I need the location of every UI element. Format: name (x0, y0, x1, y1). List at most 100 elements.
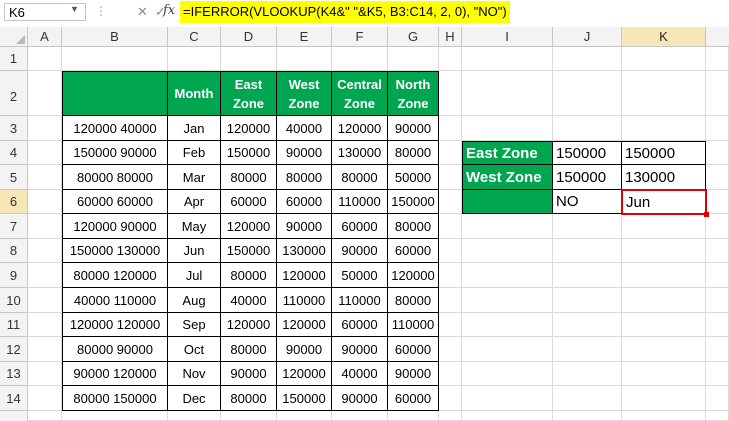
row-header-7[interactable]: 7 (0, 214, 28, 239)
grid-cell[interactable] (439, 239, 462, 263)
lookup-east-j[interactable]: 150000 (553, 141, 622, 165)
grid-cell[interactable] (221, 411, 277, 421)
table-cell-east[interactable]: 120000 (221, 116, 277, 141)
grid-cell[interactable] (553, 386, 622, 411)
row-header-2[interactable]: 2 (0, 71, 28, 116)
grid-cell[interactable] (462, 386, 553, 411)
grid-cell[interactable] (462, 214, 553, 239)
row-header-9[interactable]: 9 (0, 263, 28, 288)
table-cell-east[interactable]: 120000 (221, 313, 277, 337)
grid-cell[interactable] (28, 239, 62, 263)
table-cell-key[interactable]: 60000 60000 (62, 190, 168, 214)
grid-cell[interactable] (553, 313, 622, 337)
grid-cell[interactable] (622, 71, 706, 116)
grid-cell[interactable] (706, 386, 729, 411)
grid-cell[interactable] (439, 141, 462, 165)
table-cell-west[interactable]: 120000 (277, 263, 332, 288)
grid-cell[interactable] (553, 288, 622, 313)
grid-cell[interactable] (706, 141, 729, 165)
table-cell-month[interactable]: Aug (168, 288, 221, 313)
table-cell-north[interactable]: 80000 (388, 141, 439, 165)
grid-cell[interactable] (622, 47, 706, 71)
grid-cell[interactable] (439, 47, 462, 71)
header-month[interactable]: Month (168, 71, 221, 116)
table-cell-north[interactable]: 60000 (388, 386, 439, 411)
lookup-west-k[interactable]: 130000 (622, 165, 706, 190)
header-key-cell[interactable] (62, 71, 168, 116)
grid-cell[interactable] (28, 288, 62, 313)
table-cell-east[interactable]: 90000 (221, 362, 277, 386)
table-cell-west[interactable]: 150000 (277, 386, 332, 411)
header-east-zone[interactable]: East Zone (221, 71, 277, 116)
grid-cell[interactable] (28, 71, 62, 116)
row-header-14[interactable]: 14 (0, 386, 28, 411)
grid-cell[interactable] (221, 47, 277, 71)
table-cell-month[interactable]: Jul (168, 263, 221, 288)
grid-cell[interactable] (439, 190, 462, 214)
grid-cell[interactable] (462, 288, 553, 313)
lookup-label-result[interactable] (462, 190, 553, 214)
table-cell-key[interactable]: 120000 120000 (62, 313, 168, 337)
lookup-result-k-selected[interactable]: Jun (621, 189, 707, 215)
grid-cell[interactable] (277, 47, 332, 71)
grid-cell[interactable] (439, 386, 462, 411)
table-cell-central[interactable]: 40000 (332, 362, 388, 386)
column-header-h[interactable]: H (439, 27, 462, 47)
grid-cell[interactable] (706, 71, 729, 116)
grid-cell[interactable] (706, 116, 729, 141)
table-cell-west[interactable]: 120000 (277, 362, 332, 386)
column-header-g[interactable]: G (388, 27, 439, 47)
column-header-b[interactable]: B (62, 27, 168, 47)
grid-cell[interactable] (462, 411, 553, 421)
grid-cell[interactable] (28, 411, 62, 421)
grid-cell[interactable] (439, 411, 462, 421)
table-cell-central[interactable]: 130000 (332, 141, 388, 165)
table-cell-west[interactable]: 80000 (277, 165, 332, 190)
column-header-i[interactable]: I (462, 27, 553, 47)
table-cell-month[interactable]: May (168, 214, 221, 239)
row-header-13[interactable]: 13 (0, 362, 28, 386)
grid-cell[interactable] (706, 337, 729, 362)
grid-cell[interactable] (439, 214, 462, 239)
grid-cell[interactable] (622, 337, 706, 362)
table-cell-east[interactable]: 80000 (221, 386, 277, 411)
table-cell-east[interactable]: 120000 (221, 214, 277, 239)
table-cell-west[interactable]: 110000 (277, 288, 332, 313)
grid-cell[interactable] (553, 47, 622, 71)
grid-cell[interactable] (439, 288, 462, 313)
grid-cell[interactable] (622, 411, 706, 421)
grid-cell[interactable] (706, 47, 729, 71)
grid-cell[interactable] (28, 313, 62, 337)
table-cell-west[interactable]: 130000 (277, 239, 332, 263)
grid-cell[interactable] (622, 263, 706, 288)
grid-cell[interactable] (706, 411, 729, 421)
row-header-1[interactable]: 1 (0, 47, 28, 71)
row-header-12[interactable]: 12 (0, 337, 28, 362)
table-cell-key[interactable]: 40000 110000 (62, 288, 168, 313)
table-cell-west[interactable]: 120000 (277, 313, 332, 337)
grid-cell[interactable] (439, 116, 462, 141)
table-cell-north[interactable]: 90000 (388, 116, 439, 141)
grid-cell[interactable] (553, 362, 622, 386)
table-cell-month[interactable]: Sep (168, 313, 221, 337)
grid-cell[interactable] (439, 71, 462, 116)
table-cell-north[interactable]: 80000 (388, 214, 439, 239)
table-cell-central[interactable]: 90000 (332, 386, 388, 411)
column-header-k[interactable]: K (622, 27, 706, 47)
grid-cell[interactable] (28, 337, 62, 362)
grid-cell[interactable] (622, 313, 706, 337)
grid-cell[interactable] (332, 47, 388, 71)
table-cell-central[interactable]: 120000 (332, 116, 388, 141)
column-header-c[interactable]: C (168, 27, 221, 47)
table-cell-central[interactable]: 60000 (332, 313, 388, 337)
grid-cell[interactable] (28, 386, 62, 411)
grid-cell[interactable] (28, 190, 62, 214)
grid-cell[interactable] (462, 239, 553, 263)
lookup-west-j[interactable]: 150000 (553, 165, 622, 190)
header-west-zone[interactable]: West Zone (277, 71, 332, 116)
table-cell-west[interactable]: 90000 (277, 214, 332, 239)
column-header-f[interactable]: F (332, 27, 388, 47)
table-cell-north[interactable]: 120000 (388, 263, 439, 288)
table-cell-month[interactable]: Mar (168, 165, 221, 190)
grid-cell[interactable] (706, 214, 729, 239)
